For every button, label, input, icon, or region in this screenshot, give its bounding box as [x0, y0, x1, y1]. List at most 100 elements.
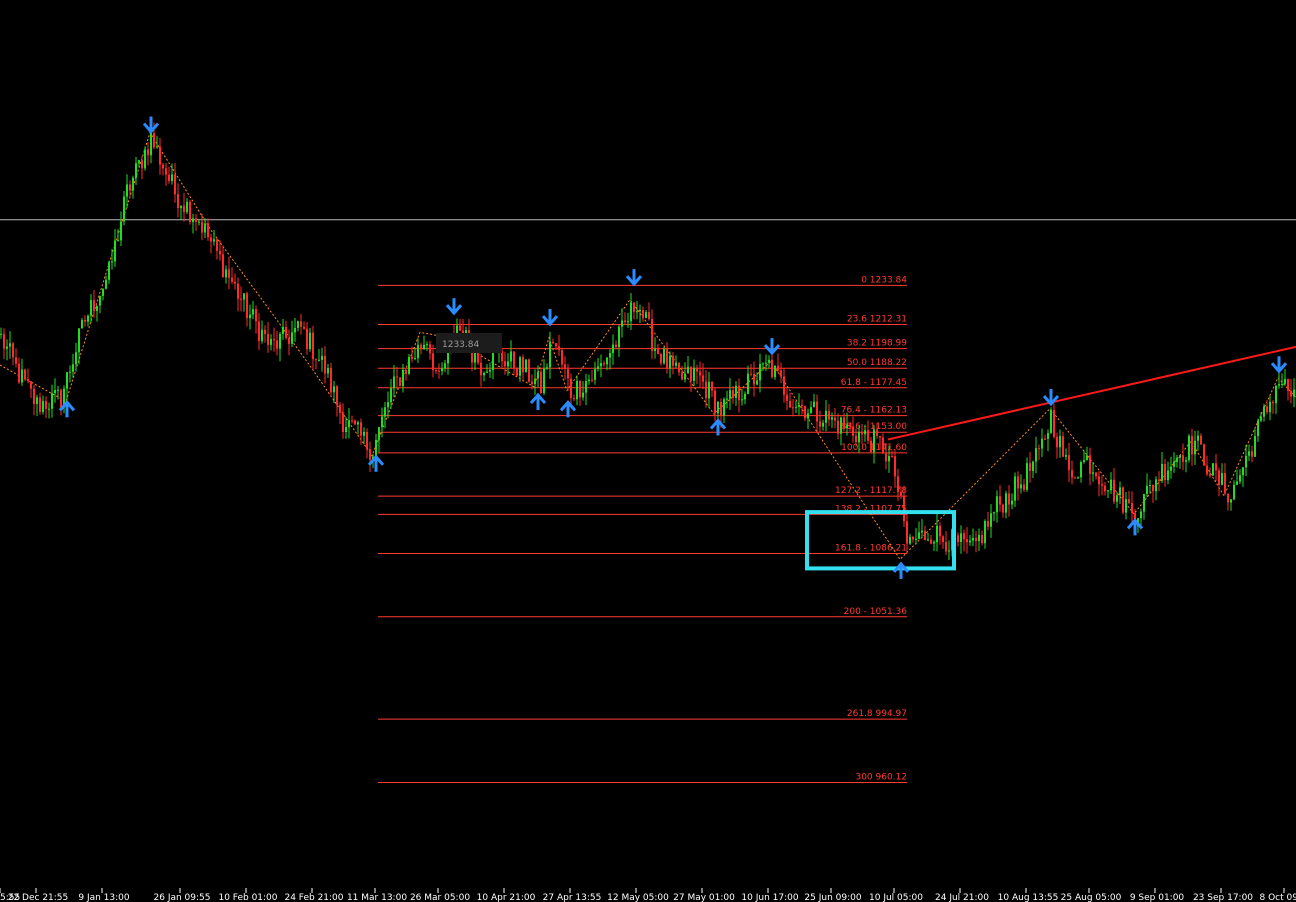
candle-body	[300, 321, 302, 327]
x-tick-label: 26 Mar 05:00	[410, 893, 470, 902]
candle-body	[1080, 461, 1082, 478]
candle-body	[1197, 435, 1199, 441]
candle-body	[162, 164, 164, 169]
candle-body	[189, 201, 191, 223]
candle-body	[1077, 477, 1079, 479]
candle-body	[1188, 435, 1190, 461]
candle-body	[558, 346, 560, 351]
candle-body	[1260, 416, 1262, 421]
candle-body	[909, 536, 911, 544]
candle-body	[723, 399, 725, 416]
fib-level-label: 61.8 - 1177.45	[841, 378, 907, 388]
candle-body	[213, 239, 215, 242]
candle-body	[771, 359, 773, 378]
candle-body	[12, 343, 14, 358]
candle-body	[168, 174, 170, 181]
candle-body	[441, 368, 443, 372]
candle-body	[150, 133, 152, 156]
candle-body	[678, 362, 680, 373]
candle-body	[1044, 438, 1046, 440]
candle-body	[930, 539, 932, 544]
price-chart[interactable]: 0 1233.84 23.6 1212.31 38.2 1198.99 50.0 11…	[0, 0, 1296, 902]
candle-body	[381, 416, 383, 428]
candle-body	[537, 371, 539, 379]
candle-body	[396, 376, 398, 378]
candle-body	[819, 421, 821, 427]
candle-body	[555, 343, 557, 347]
candle-body	[342, 412, 344, 432]
candle-body	[1011, 500, 1013, 505]
candle-body	[1194, 440, 1196, 455]
candle-body	[780, 370, 782, 377]
fib-level-label: 200 - 1051.36	[844, 607, 908, 617]
candle-body	[120, 221, 122, 241]
candle-body	[1233, 484, 1235, 500]
candle-body	[129, 184, 131, 191]
candle-body	[672, 355, 674, 366]
candle-body	[363, 431, 365, 436]
candle-body	[480, 362, 482, 376]
candle-body	[288, 337, 290, 344]
candle-body	[225, 269, 227, 278]
candle-body	[645, 312, 647, 318]
candle-body	[897, 476, 899, 492]
candle-body	[1014, 476, 1016, 501]
candle-body	[483, 372, 485, 376]
candle-body	[609, 353, 611, 358]
candle-body	[327, 367, 329, 374]
candle-body	[267, 333, 269, 345]
candle-body	[375, 439, 377, 457]
candle-body	[117, 240, 119, 242]
candle-body	[1047, 432, 1049, 439]
candle-body	[630, 302, 632, 322]
candle-body	[1038, 448, 1040, 450]
candle-body	[1290, 390, 1292, 397]
candle-body	[597, 366, 599, 370]
candle-body	[963, 533, 965, 540]
candle-body	[489, 370, 491, 372]
candle-body	[405, 369, 407, 374]
candle-body	[1032, 461, 1034, 471]
candle-body	[894, 456, 896, 477]
candle-body	[1107, 490, 1109, 492]
candle-body	[399, 377, 401, 387]
candle-body	[765, 362, 767, 364]
candle-body	[531, 381, 533, 385]
candle-body	[333, 386, 335, 393]
candle-body	[1005, 493, 1007, 513]
x-tick-label: 22 Dec 21:55	[8, 893, 69, 902]
candle-body	[576, 380, 578, 400]
candle-body	[105, 279, 107, 289]
candle-body	[1074, 477, 1076, 479]
candle-body	[642, 309, 644, 318]
candle-body	[870, 440, 872, 452]
candle-body	[729, 390, 731, 399]
candle-body	[1251, 451, 1253, 457]
candle-body	[192, 218, 194, 223]
chart-background	[0, 0, 1296, 902]
candle-body	[474, 352, 476, 363]
candle-body	[510, 351, 512, 362]
candle-body	[714, 390, 716, 414]
candle-body	[693, 367, 695, 381]
candle-body	[1095, 472, 1097, 477]
candle-body	[330, 367, 332, 393]
candle-body	[252, 309, 254, 315]
candle-body	[228, 269, 230, 278]
candle-body	[282, 326, 284, 334]
candle-body	[915, 538, 917, 540]
candle-body	[345, 427, 347, 432]
candle-body	[1158, 479, 1160, 481]
candle-body	[702, 375, 704, 382]
candle-body	[258, 321, 260, 342]
candle-body	[1221, 473, 1223, 485]
candle-body	[687, 366, 689, 374]
x-tick-label: 12 May 05:00	[607, 893, 669, 902]
candle-body	[1071, 470, 1073, 478]
candle-body	[318, 359, 320, 361]
candle-body	[567, 369, 569, 379]
candle-body	[108, 262, 110, 280]
candle-body	[138, 160, 140, 164]
candle-body	[66, 372, 68, 389]
candle-body	[1203, 444, 1205, 466]
